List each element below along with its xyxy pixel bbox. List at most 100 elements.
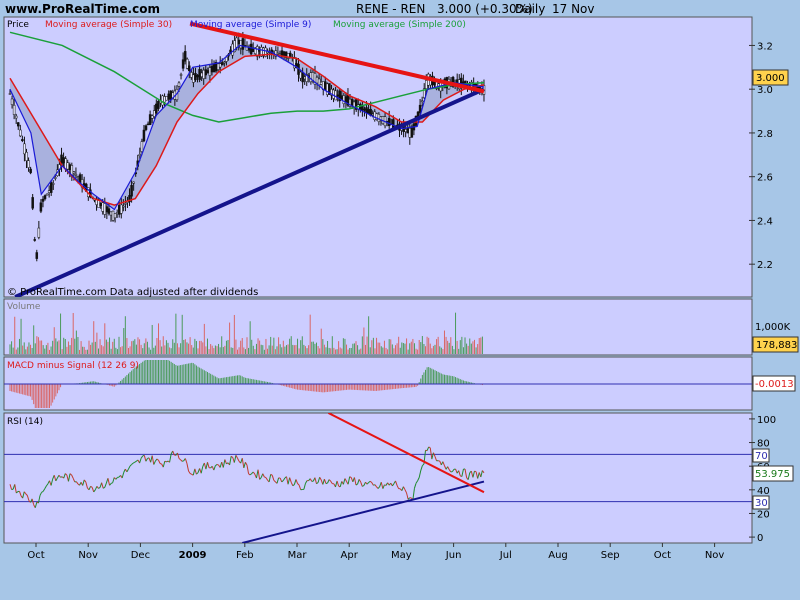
x-tick-label: Aug — [548, 550, 568, 561]
candle-body — [19, 129, 22, 137]
candle-body — [336, 94, 339, 97]
candle-body — [12, 104, 16, 115]
candle-body — [39, 202, 43, 212]
rsi-segment — [159, 463, 162, 465]
price-tick-label: 3.2 — [757, 41, 773, 52]
candle-body — [105, 206, 109, 213]
candle-body — [62, 157, 65, 164]
volume-tick: 1,000K — [755, 322, 791, 333]
candle-body — [29, 168, 32, 174]
candle-body — [223, 61, 226, 64]
x-tick-label: Apr — [341, 550, 359, 561]
candle-body — [113, 213, 117, 219]
candle-body — [167, 93, 170, 100]
candle-body — [16, 122, 20, 127]
candle-body — [258, 50, 261, 52]
candle-body — [408, 128, 412, 138]
candle-body — [410, 126, 414, 138]
candle-body — [367, 109, 370, 114]
candle-body — [148, 114, 152, 126]
candle-body — [27, 160, 30, 168]
candle-body — [202, 69, 205, 79]
rsi-segment — [474, 470, 477, 473]
rsi-segment — [216, 463, 219, 466]
candle-body — [309, 72, 313, 83]
candle-body — [204, 69, 208, 76]
candle-body — [157, 100, 160, 109]
candle-body — [210, 66, 214, 73]
price-footnote: © ProRealTime.com Data adjusted after di… — [7, 287, 258, 298]
candle-body — [103, 203, 107, 215]
price-panel — [3, 16, 753, 298]
candle-body — [239, 40, 243, 49]
candle-body — [319, 81, 323, 85]
candle-body — [72, 171, 76, 174]
price-tick-label: 2.6 — [757, 173, 773, 184]
candle-body — [37, 227, 41, 238]
candle-body — [237, 39, 240, 45]
candle-body — [107, 208, 111, 214]
candle-body — [109, 211, 113, 216]
x-tick-label: Oct — [27, 550, 44, 561]
candle-body — [122, 205, 125, 208]
candle-body — [181, 59, 185, 69]
candle-body — [43, 195, 47, 200]
candle-body — [299, 71, 302, 79]
candle-body — [324, 81, 327, 91]
candle-body — [142, 129, 146, 142]
price-tick-label: 3.0 — [757, 85, 773, 96]
x-tick-label: 2009 — [179, 550, 207, 561]
candle-body — [241, 38, 245, 50]
legend-ma9: Moving average (Simple 9) — [190, 20, 311, 30]
candle-body — [124, 203, 127, 205]
candle-body — [303, 76, 306, 80]
candle-body — [315, 77, 319, 84]
candle-body — [140, 141, 144, 152]
x-tick-label: Oct — [654, 550, 671, 561]
candle-body — [179, 74, 183, 76]
candle-body — [144, 125, 148, 130]
x-tick-label: Feb — [236, 550, 254, 561]
candle-body — [342, 95, 346, 105]
candle-body — [216, 63, 220, 70]
macd-last-value: -0.0013 — [755, 379, 794, 390]
rsi-tick-label: 20 — [757, 509, 770, 520]
candle-body — [188, 65, 191, 72]
x-tick-label: Jun — [445, 550, 462, 561]
candle-body — [276, 52, 280, 55]
candle-body — [192, 74, 195, 83]
candle-body — [155, 103, 158, 114]
candle-body — [33, 239, 36, 241]
rsi-segment — [264, 476, 267, 479]
candle-body — [25, 152, 28, 161]
rsi-title: RSI (14) — [7, 417, 43, 427]
candle-body — [117, 205, 121, 215]
candle-body — [363, 108, 366, 111]
candle-body — [231, 43, 234, 56]
candle-body — [74, 173, 78, 176]
candle-body — [35, 252, 39, 259]
macd-title: MACD minus Signal (12 26 9) — [7, 361, 139, 371]
candle-body — [76, 176, 80, 178]
candle-body — [146, 123, 150, 126]
rsi-tick-label: 80 — [757, 439, 770, 450]
candle-body — [340, 95, 344, 100]
candle-body — [194, 73, 197, 81]
rsi-panel — [3, 412, 753, 544]
candle-body — [41, 198, 45, 202]
x-tick-label: Nov — [705, 550, 725, 561]
candle-body — [161, 95, 164, 106]
price-tick-label: 2.4 — [757, 216, 773, 227]
candle-body — [150, 115, 154, 119]
rsi-level-30: 30 — [755, 498, 768, 509]
candle-body — [425, 80, 428, 89]
rsi-tick-label: 0 — [757, 533, 763, 544]
candle-body — [371, 113, 374, 115]
candle-body — [8, 93, 12, 95]
candle-body — [165, 96, 168, 101]
x-tick-label: Sep — [601, 550, 620, 561]
x-tick-label: Dec — [131, 550, 150, 561]
rsi-segment — [325, 482, 328, 485]
candle-body — [45, 193, 49, 196]
volume-title: Volume — [7, 302, 41, 312]
